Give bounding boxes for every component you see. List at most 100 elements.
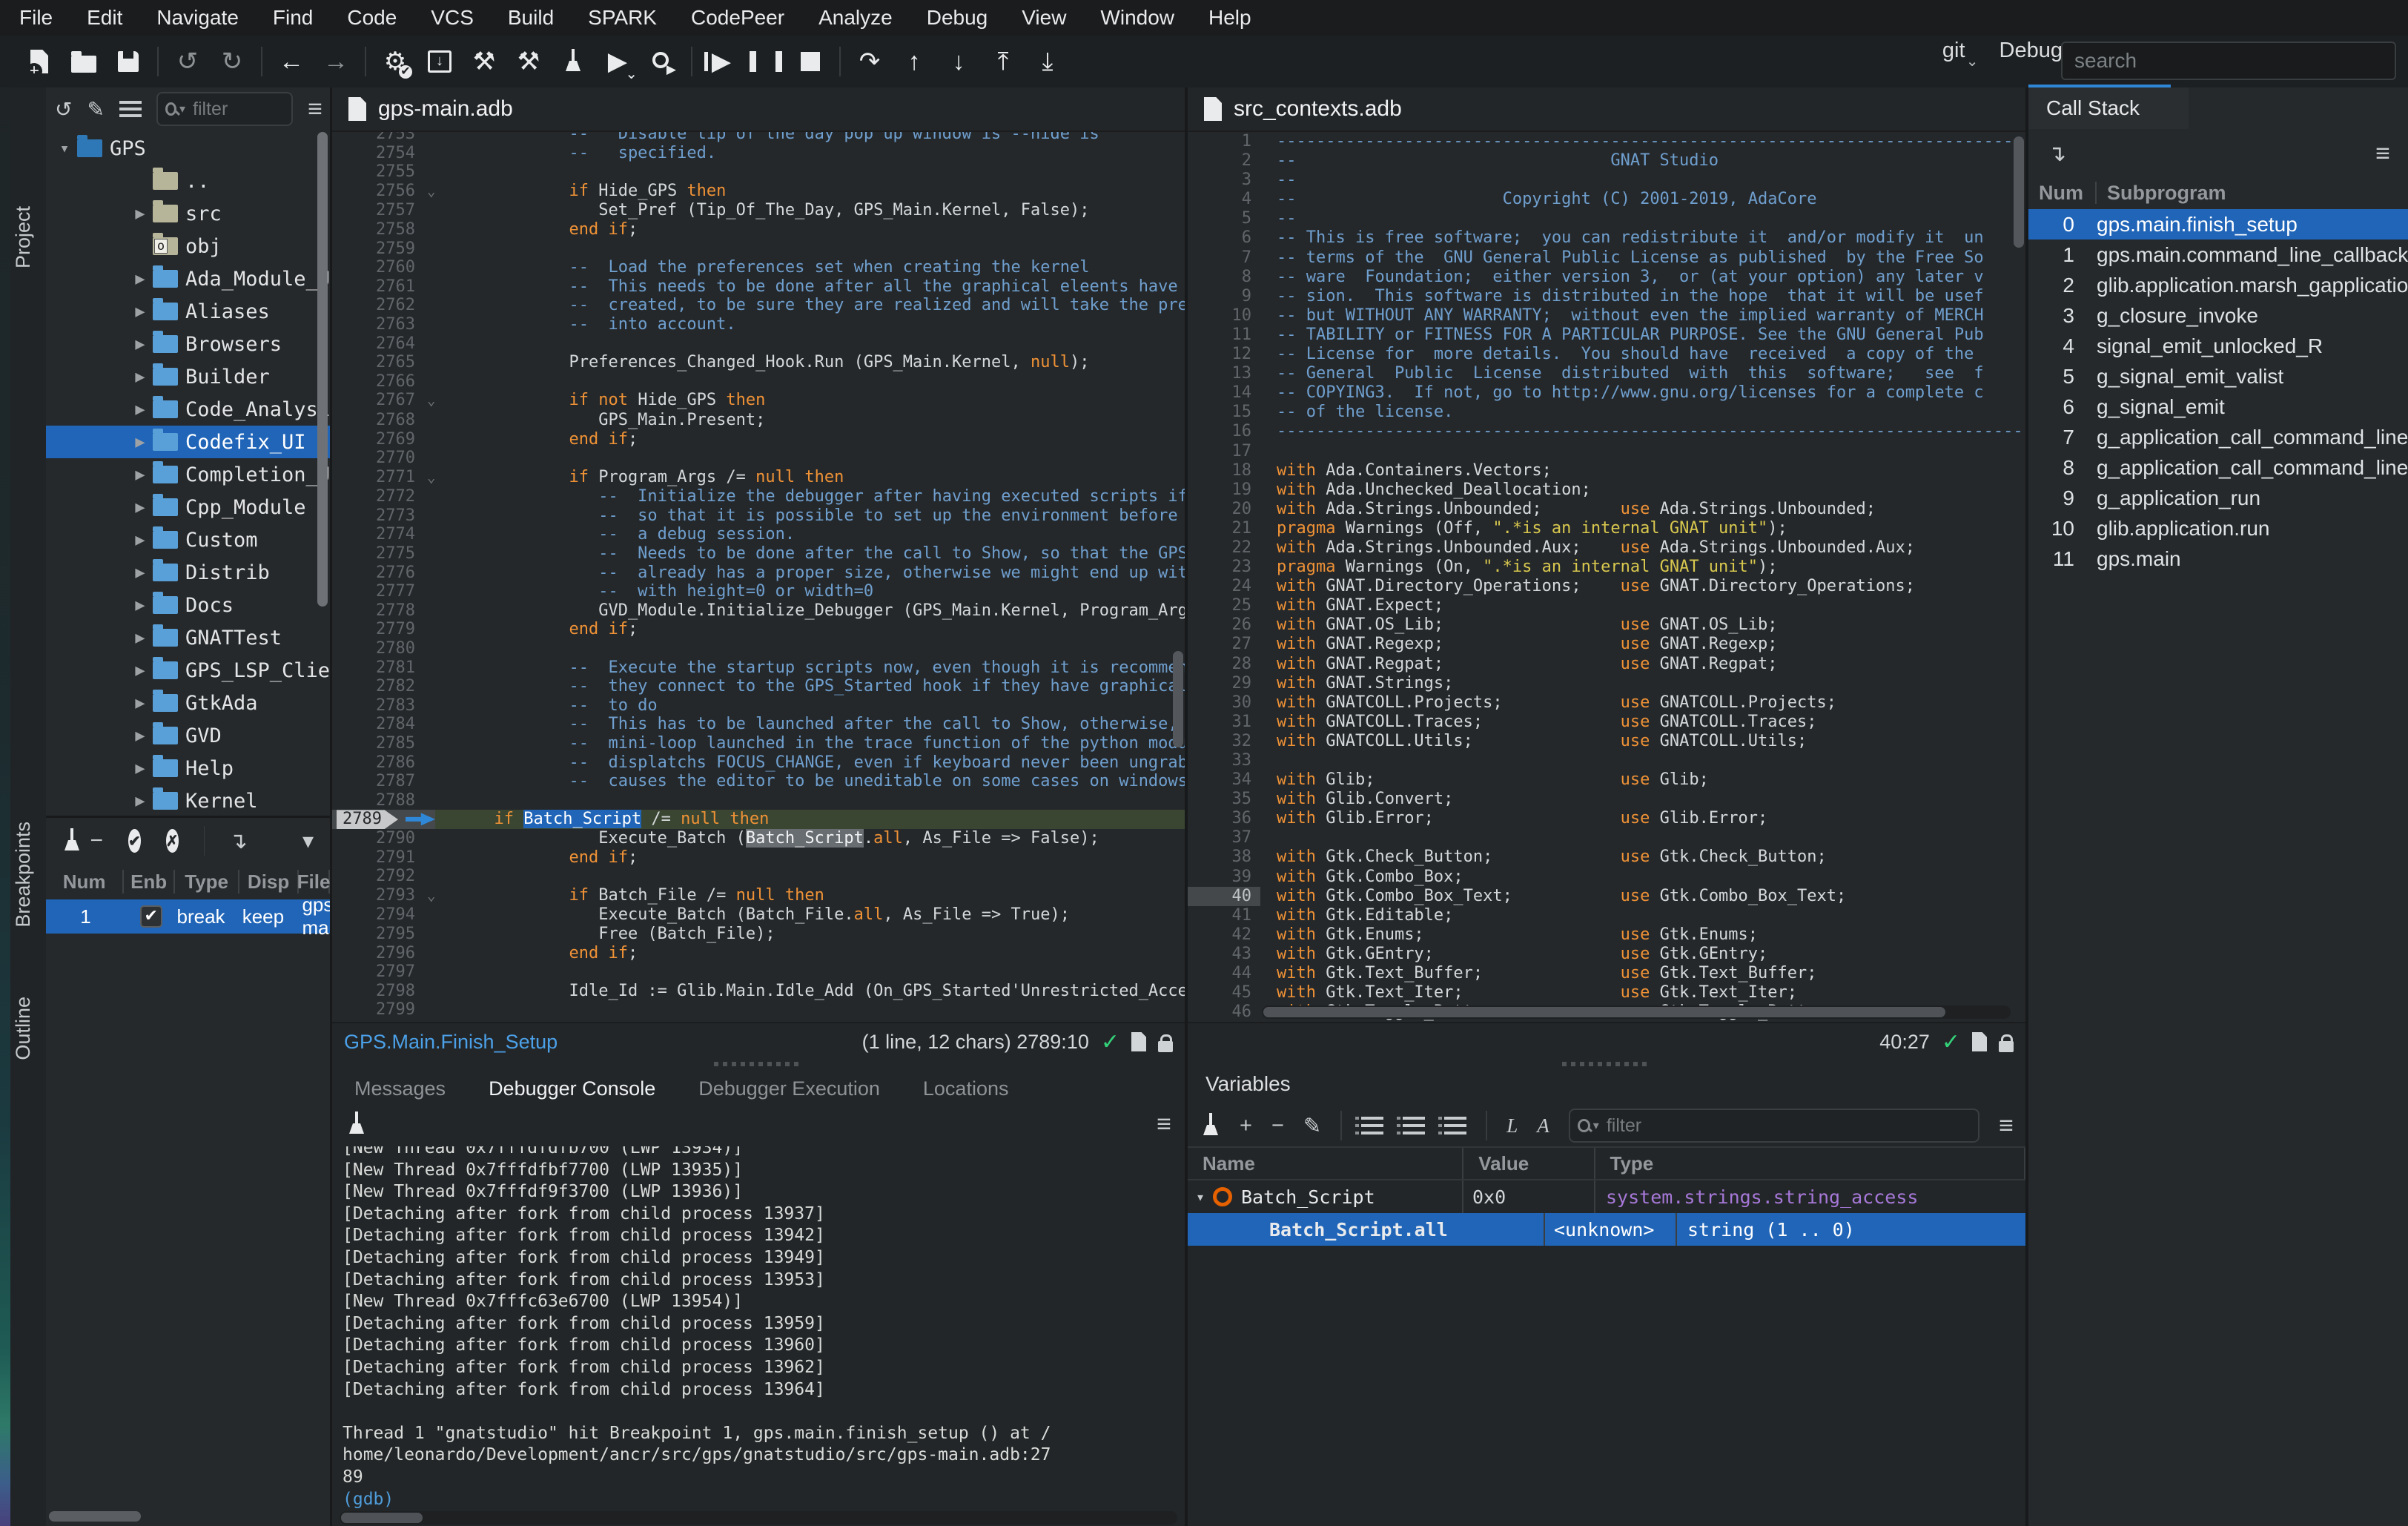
menu-help[interactable]: Help bbox=[1208, 6, 1251, 30]
gutter[interactable]: 32 bbox=[1188, 732, 1277, 751]
expander-icon[interactable]: ▶ bbox=[129, 727, 151, 745]
gutter[interactable]: 2784 bbox=[332, 715, 510, 734]
menu-code[interactable]: Code bbox=[347, 6, 397, 30]
gutter[interactable]: 2793 ⌄ bbox=[332, 886, 510, 906]
tab-outline[interactable]: Outline bbox=[12, 997, 35, 1060]
debug-pause-icon[interactable] bbox=[747, 43, 784, 80]
debugger-console-output[interactable]: [New Thread 0x7fffdfdfb700 (LWP 13934)] [… bbox=[343, 1146, 1179, 1508]
splitter-grip[interactable] bbox=[1562, 1062, 1651, 1066]
project-filter-input[interactable] bbox=[191, 97, 285, 121]
global-search[interactable] bbox=[2061, 42, 2396, 80]
file-status-icon[interactable] bbox=[1131, 1032, 1146, 1051]
gutter[interactable]: 2775 bbox=[332, 544, 510, 564]
gutter[interactable]: 2796 bbox=[332, 944, 510, 963]
breakpoints-hscroll[interactable] bbox=[49, 1511, 141, 1522]
callstack-frame-6[interactable]: 6 g_signal_emit bbox=[2028, 392, 2408, 422]
project-filter[interactable]: ▾ bbox=[156, 92, 294, 126]
tree-item-codefix_ui[interactable]: ▶ Codefix_UI bbox=[46, 426, 330, 458]
expander-icon[interactable]: ▾ bbox=[53, 139, 76, 158]
callstack-frame-1[interactable]: 1 gps.main.command_line_callback bbox=[2028, 240, 2408, 270]
undo-icon[interactable]: ↺ bbox=[169, 43, 206, 80]
step-into-icon[interactable]: ↑ bbox=[896, 43, 933, 80]
fold-icon[interactable]: ⌄ bbox=[423, 182, 510, 202]
gutter[interactable]: 2762 bbox=[332, 296, 510, 315]
var-col-type[interactable]: Type bbox=[1595, 1148, 2025, 1179]
clear-breakpoints-icon[interactable] bbox=[62, 828, 76, 853]
project-menu-icon[interactable]: ≡ bbox=[308, 95, 322, 124]
fold-icon[interactable]: ⌄ bbox=[423, 886, 510, 906]
add-variable-icon[interactable]: + bbox=[1240, 1114, 1252, 1138]
gutter[interactable]: 2792 bbox=[332, 867, 510, 886]
gutter[interactable]: 13 bbox=[1188, 364, 1277, 383]
tree-item-cpp_module[interactable]: ▶ Cpp_Module bbox=[46, 491, 330, 523]
flat-view-icon[interactable] bbox=[1438, 1117, 1467, 1134]
breakpoint-row[interactable]: 1 ✔ break keep gps-main.adb bbox=[46, 894, 330, 939]
gutter[interactable]: 2785 bbox=[332, 734, 510, 753]
expander-icon[interactable]: ▶ bbox=[129, 792, 151, 810]
gutter[interactable]: 2794 bbox=[332, 905, 510, 925]
step-out-icon[interactable]: ↓ bbox=[940, 43, 977, 80]
bp-col-enb[interactable]: Enb bbox=[124, 870, 176, 894]
edit-project-icon[interactable]: ✎ bbox=[87, 97, 104, 122]
gutter[interactable]: 2767 ⌄ bbox=[332, 391, 510, 411]
console-tab-debugger-console[interactable]: Debugger Console bbox=[489, 1077, 655, 1100]
gutter[interactable]: 40 bbox=[1188, 886, 1277, 906]
variable-row-batch_script-all[interactable]: Batch_Script.all <unknown> string (1 .. 0) bbox=[1188, 1213, 2025, 1246]
gutter[interactable]: 2769 bbox=[332, 430, 510, 449]
debug-run-icon[interactable] bbox=[644, 43, 681, 80]
gutter[interactable]: 16 bbox=[1188, 422, 1277, 441]
breakpoint-enabled-checkbox[interactable]: ✔ bbox=[139, 905, 162, 928]
gutter[interactable]: 6 bbox=[1188, 228, 1277, 248]
subprogram-link[interactable]: GPS.Main.Finish_Setup bbox=[344, 1031, 558, 1054]
new-file-icon[interactable] bbox=[21, 43, 58, 80]
editor-right-vscroll[interactable] bbox=[2014, 136, 2024, 248]
menu-view[interactable]: View bbox=[1022, 6, 1066, 30]
gutter[interactable]: 2798 bbox=[332, 982, 510, 1001]
expander-icon[interactable]: ▶ bbox=[129, 205, 151, 223]
gutter[interactable]: 2761 bbox=[332, 277, 510, 297]
expander-icon[interactable]: ▶ bbox=[129, 270, 151, 288]
build-all-icon[interactable]: ⚙ bbox=[377, 43, 414, 80]
expander-icon[interactable]: ▶ bbox=[129, 531, 151, 549]
gutter[interactable]: 2781 bbox=[332, 658, 510, 678]
callstack-frame-9[interactable]: 9 g_application_run bbox=[2028, 483, 2408, 513]
editor-left-tab[interactable]: gps-main.adb bbox=[378, 96, 513, 122]
editor-right-code[interactable]: 1 ---------------------------------------… bbox=[1188, 132, 2025, 1022]
gutter[interactable]: 43 bbox=[1188, 945, 1277, 964]
gutter[interactable]: 2774 bbox=[332, 525, 510, 544]
tree-item-ada_module_ui[interactable]: ▶ Ada_Module_UI bbox=[46, 262, 330, 295]
tab-project[interactable]: Project bbox=[12, 206, 35, 268]
gutter[interactable]: 14 bbox=[1188, 383, 1277, 403]
gutter[interactable]: 2782 bbox=[332, 677, 510, 696]
gutter[interactable]: 39 bbox=[1188, 868, 1277, 887]
gutter[interactable]: 26 bbox=[1188, 615, 1277, 635]
var-col-value[interactable]: Value bbox=[1463, 1148, 1595, 1179]
list-view-icon[interactable] bbox=[1355, 1117, 1384, 1134]
lock-icon[interactable] bbox=[1999, 1034, 2014, 1052]
menu-file[interactable]: File bbox=[19, 6, 53, 30]
back-icon[interactable]: ← bbox=[273, 43, 310, 80]
gutter[interactable]: 2765 bbox=[332, 353, 510, 372]
gutter[interactable]: 45 bbox=[1188, 983, 1277, 1003]
gutter[interactable]: 30 bbox=[1188, 693, 1277, 713]
expander-icon[interactable]: ▶ bbox=[129, 335, 151, 354]
breakpoint-dropdown-icon[interactable]: ▾ bbox=[302, 828, 314, 854]
gutter[interactable]: 4 bbox=[1188, 190, 1277, 209]
gutter[interactable]: 12 bbox=[1188, 345, 1277, 364]
gutter[interactable]: 29 bbox=[1188, 674, 1277, 693]
redo-icon[interactable]: ↻ bbox=[214, 43, 251, 80]
edit-variable-icon[interactable]: ✎ bbox=[1303, 1113, 1321, 1139]
tree-item-builder[interactable]: ▶ Builder bbox=[46, 360, 330, 393]
open-project-icon[interactable] bbox=[65, 43, 102, 80]
expander-icon[interactable]: ▶ bbox=[129, 759, 151, 778]
tree-item-obj[interactable]: obj bbox=[46, 230, 330, 262]
tree-item-gps_lsp_client[interactable]: ▶ GPS_LSP_Client bbox=[46, 654, 330, 687]
remove-variable-icon[interactable]: − bbox=[1271, 1114, 1284, 1138]
arguments-icon[interactable]: A bbox=[1537, 1114, 1549, 1137]
var-col-name[interactable]: Name bbox=[1188, 1148, 1464, 1179]
tree-item-kernel[interactable]: ▶ Kernel bbox=[46, 785, 330, 814]
gutter[interactable]: 2753 bbox=[332, 132, 510, 144]
gutter[interactable]: 2757 bbox=[332, 201, 510, 220]
gutter[interactable]: 2786 bbox=[332, 753, 510, 773]
step-over-icon[interactable]: ↷ bbox=[851, 43, 888, 80]
